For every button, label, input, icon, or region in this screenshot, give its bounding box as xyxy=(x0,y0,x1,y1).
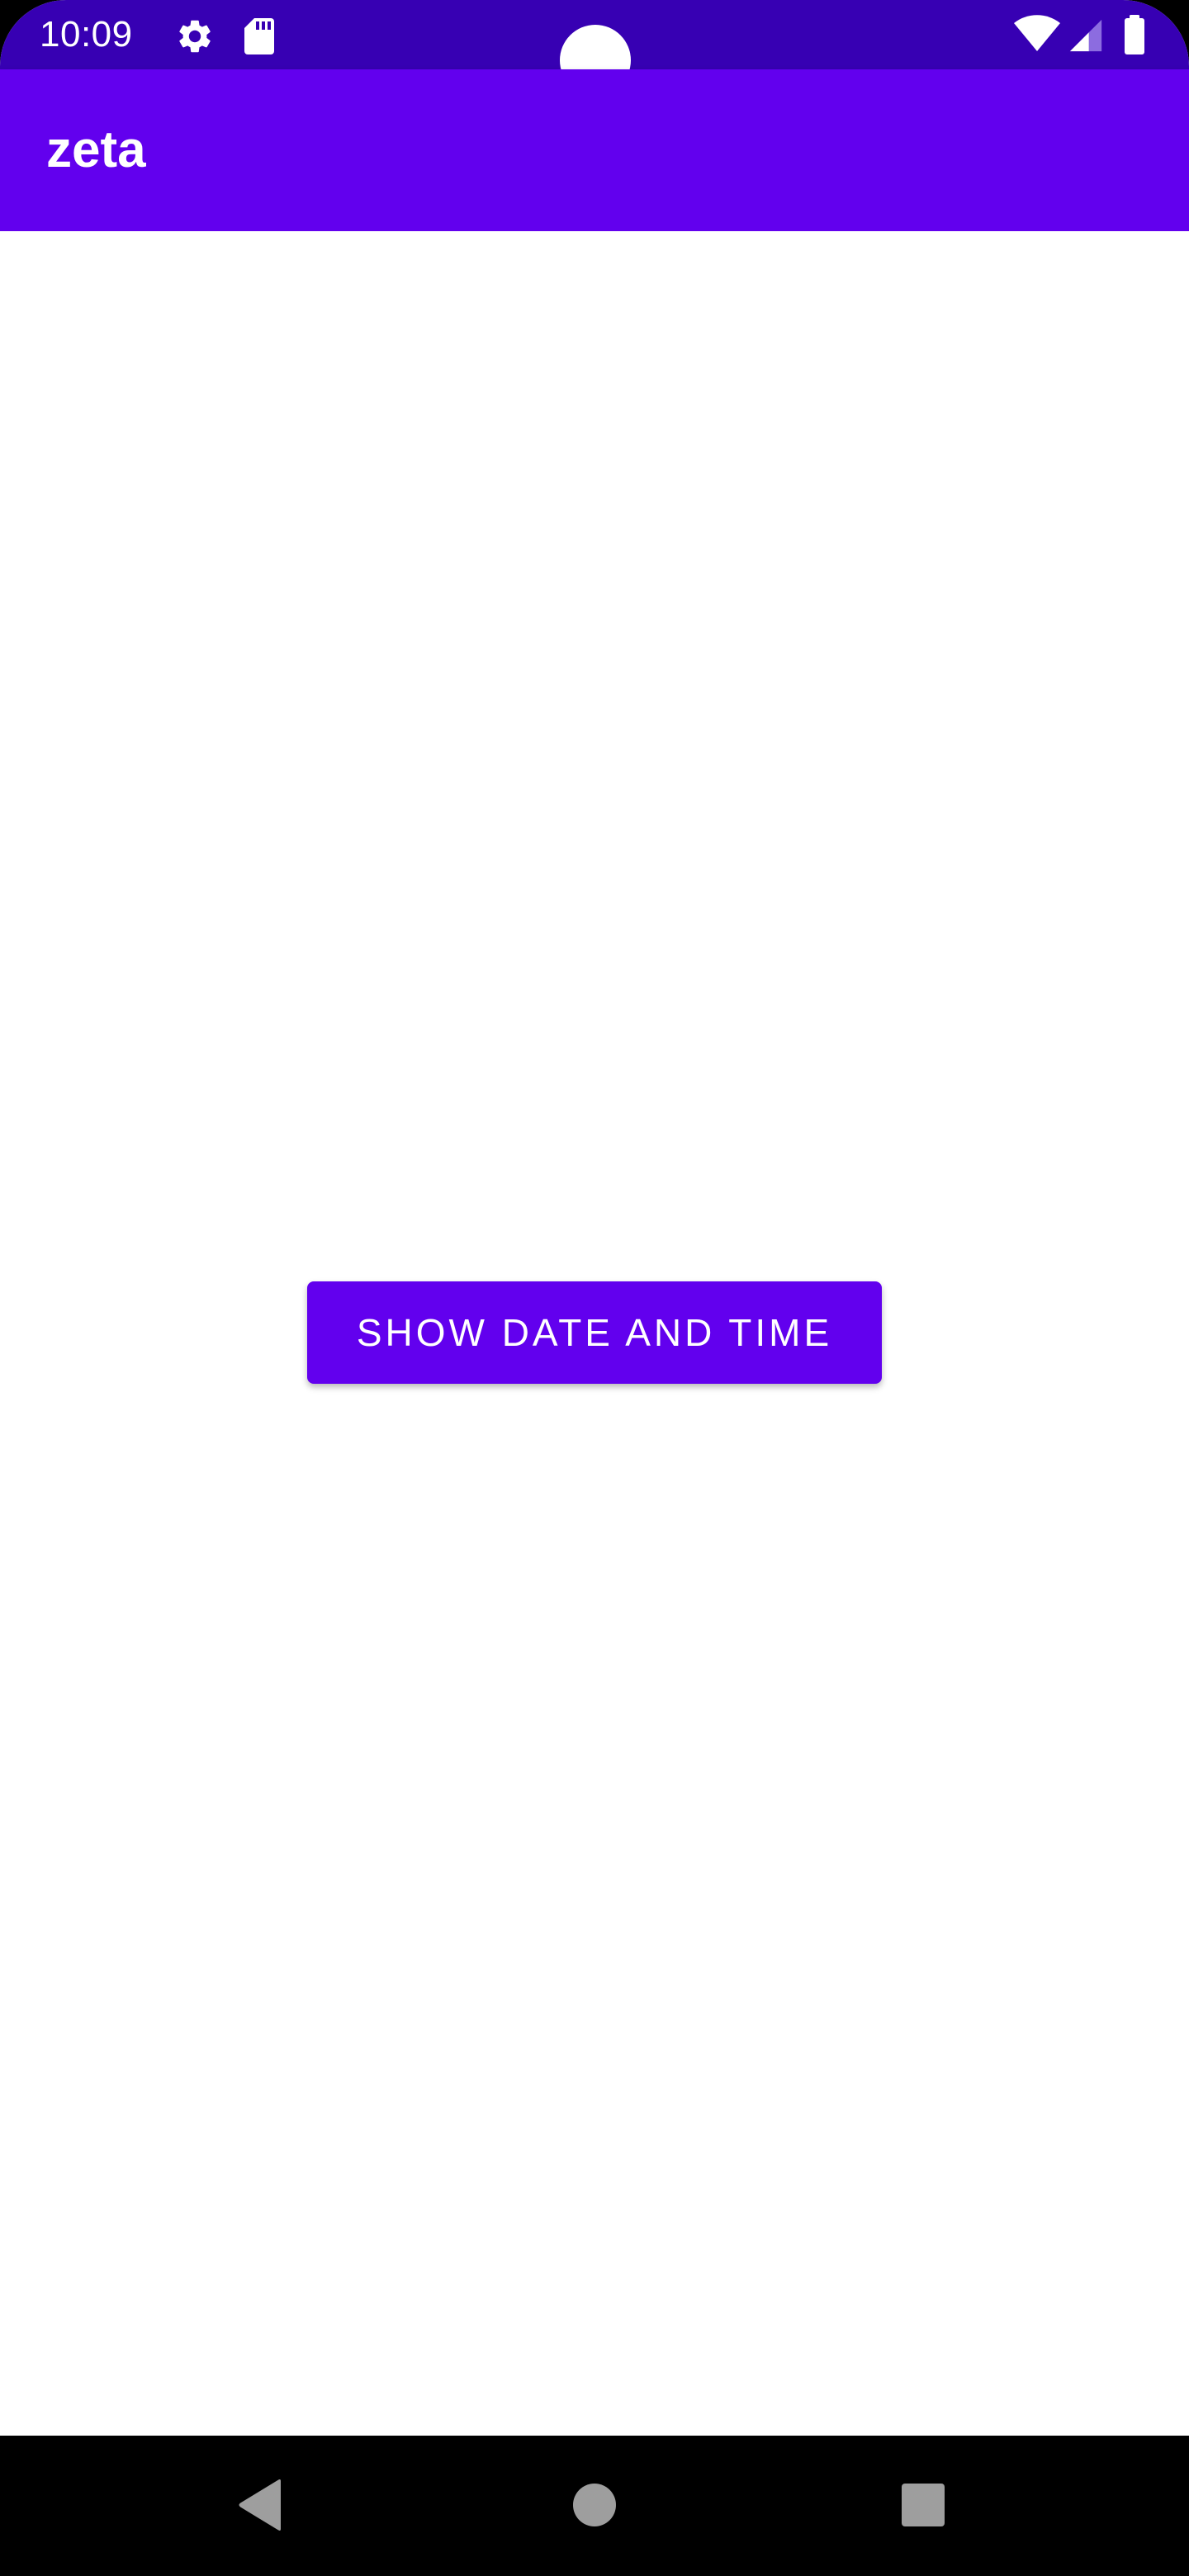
app-bar: zeta xyxy=(0,69,1189,231)
settings-icon xyxy=(179,20,211,53)
wifi-icon xyxy=(1014,15,1060,51)
recents-icon[interactable] xyxy=(902,2484,945,2526)
phone-screen: 10:09 zeta SHOW DATE AND TIME xyxy=(0,0,1189,2576)
main-content: SHOW DATE AND TIME xyxy=(0,231,1189,2436)
show-date-and-time-button[interactable]: SHOW DATE AND TIME xyxy=(307,1281,882,1384)
app-title: zeta xyxy=(46,121,146,178)
navigation-bar xyxy=(0,2436,1189,2576)
cell-signal-icon xyxy=(1069,19,1102,52)
sd-card-icon xyxy=(244,18,274,54)
status-time: 10:09 xyxy=(40,14,133,54)
home-icon[interactable] xyxy=(573,2484,616,2526)
battery-icon xyxy=(1125,15,1144,54)
back-icon[interactable] xyxy=(238,2479,284,2531)
